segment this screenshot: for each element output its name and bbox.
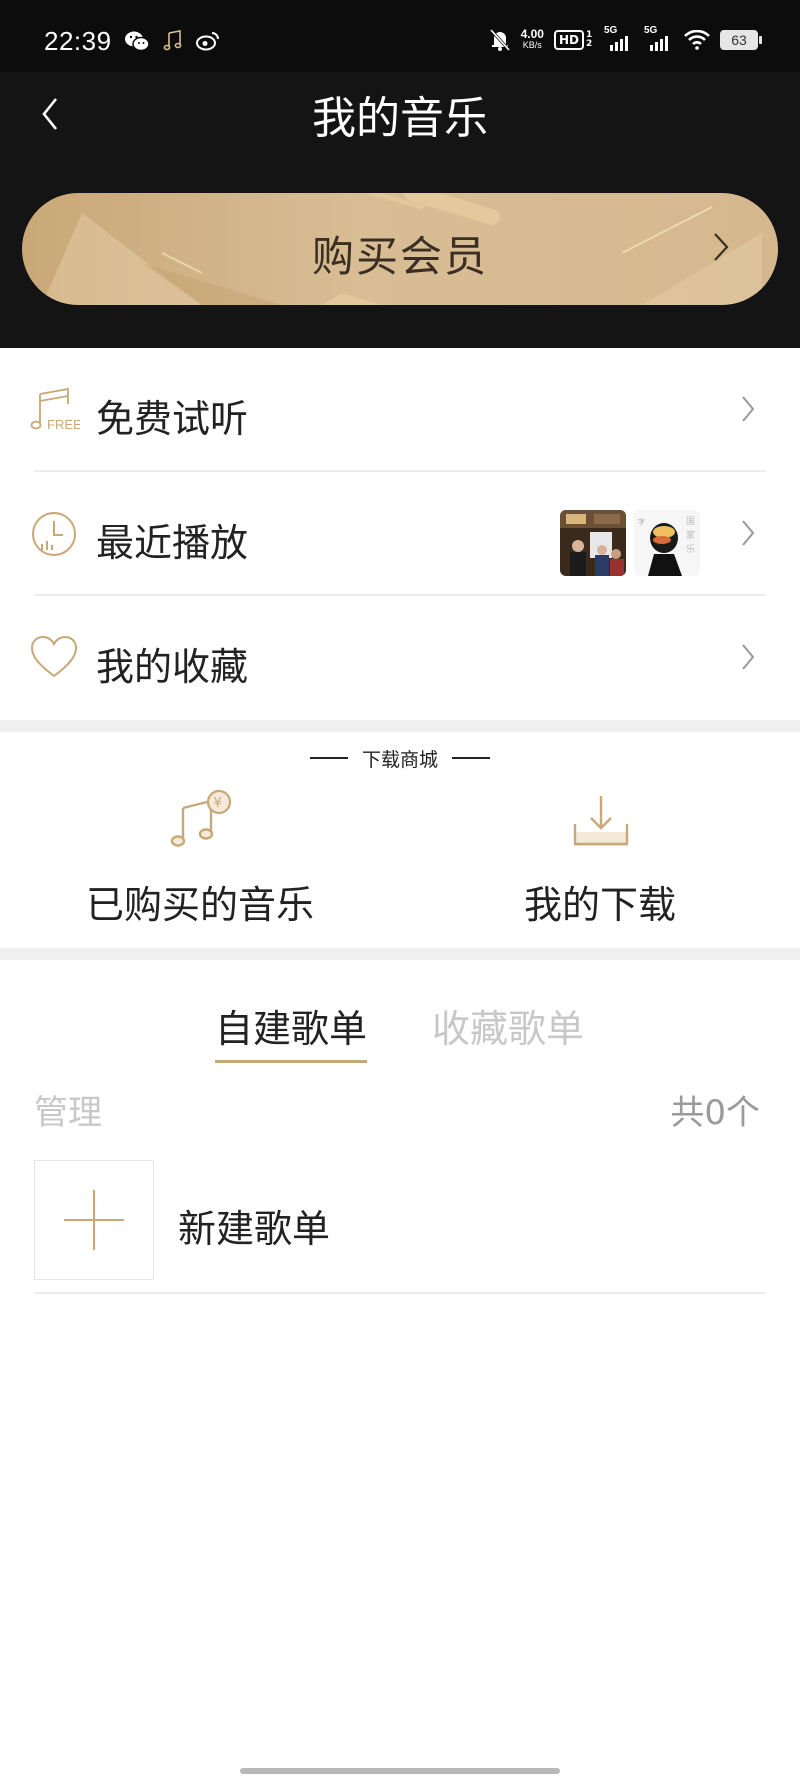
playlist-divider: [34, 1292, 766, 1294]
weibo-icon: [196, 32, 219, 51]
recent-album-cover-1: [560, 510, 626, 576]
new-playlist-label: 新建歌单: [178, 1207, 331, 1251]
network-speed-unit: KB/s: [522, 40, 542, 50]
playlist-count: 共0个: [670, 1093, 760, 1133]
menu-item-favorites[interactable]: 我的收藏: [0, 596, 800, 720]
purchased-music-label: 已购买的音乐: [85, 883, 314, 927]
chevron-right-icon: [714, 233, 729, 261]
section-separator: [0, 948, 800, 960]
status-system-icons: 4.00 KB/s HD 1 2 5G 5G 63: [489, 25, 762, 52]
manage-button[interactable]: 管理: [34, 1085, 102, 1134]
bell-muted-icon: [489, 28, 510, 52]
menu-item-label: 免费试听: [96, 397, 249, 441]
signal-1-label: 5G: [604, 25, 618, 36]
download-section-header: 下载商城: [0, 744, 800, 772]
chevron-right-icon: [742, 644, 755, 670]
status-bar: 22:39 4.00 KB/s HD 1 2 5G 5G 63: [0, 0, 800, 72]
my-downloads-button[interactable]: 我的下载: [400, 780, 800, 940]
svg-text:FREE: FREE: [47, 417, 80, 432]
title-line-right: [452, 757, 490, 759]
wifi-icon: [684, 30, 710, 50]
chevron-right-icon: [742, 520, 755, 546]
network-speed: 4.00 KB/s: [520, 27, 544, 51]
new-playlist-button[interactable]: 新建歌单: [34, 1160, 766, 1282]
hd-badge: HD: [553, 30, 584, 50]
network-speed-value: 4.00: [520, 27, 544, 41]
new-playlist-box: [34, 1160, 154, 1280]
download-icon: [573, 796, 629, 846]
svg-text:¥: ¥: [214, 796, 222, 811]
menu-item-free-trial[interactable]: FREE 免费试听: [0, 348, 800, 472]
download-section-title: 下载商城: [361, 748, 438, 771]
clock-icon: [32, 512, 76, 556]
menu-item-label: 最近播放: [96, 521, 249, 565]
page-title: 我的音乐: [312, 93, 488, 144]
section-separator: [0, 720, 800, 732]
status-notification-icons: [124, 30, 220, 52]
status-time: 22:39: [44, 26, 112, 56]
purchased-music-icon: ¥: [170, 789, 232, 847]
plus-icon: [64, 1190, 124, 1250]
music-note-icon: [163, 30, 182, 51]
svg-text:家: 家: [686, 529, 695, 541]
svg-text:字: 字: [638, 517, 645, 526]
hd-indicator: HD 1 2: [553, 30, 594, 50]
buy-membership-label: 购买会员: [311, 232, 488, 281]
svg-text:国: 国: [686, 516, 695, 527]
purchased-music-button[interactable]: ¥ 已购买的音乐: [0, 780, 400, 940]
wechat-icon: [125, 31, 150, 52]
chevron-right-icon: [742, 396, 755, 422]
battery-indicator: 63: [720, 30, 762, 50]
signal-strength-2: 5G: [644, 25, 674, 51]
title-line-left: [309, 757, 348, 759]
signal-strength-1: 5G: [604, 25, 634, 51]
signal-2-label: 5G: [644, 25, 658, 36]
svg-text:乐: 乐: [686, 543, 695, 555]
menu-item-label: 我的收藏: [96, 645, 249, 689]
home-indicator[interactable]: [240, 1768, 560, 1774]
music-free-icon: FREE: [30, 387, 80, 432]
tab-collected-playlists[interactable]: 收藏歌单: [432, 998, 584, 1053]
hd-sub: 1 2: [586, 30, 593, 49]
recent-album-cover-2: 字 国 家 乐: [634, 510, 700, 576]
menu-item-recent-play[interactable]: 最近播放 字 国 家 乐: [0, 472, 800, 596]
tab-created-playlists[interactable]: 自建歌单: [215, 998, 368, 1063]
heart-icon: [30, 635, 78, 678]
buy-membership-button[interactable]: 购买会员: [22, 193, 778, 305]
my-downloads-label: 我的下载: [523, 883, 676, 927]
